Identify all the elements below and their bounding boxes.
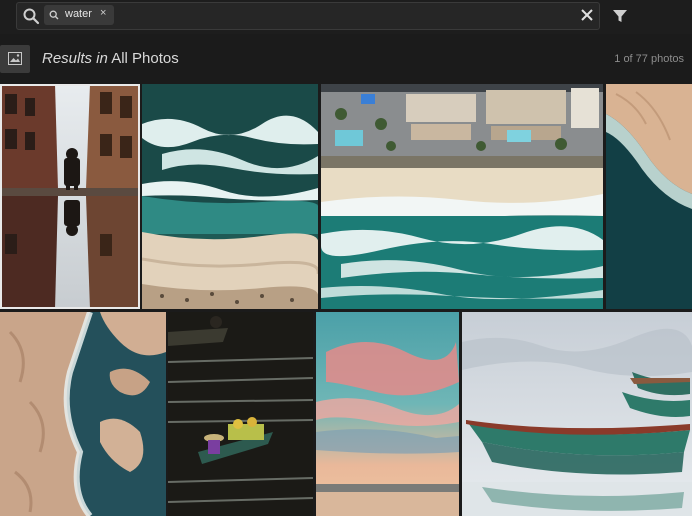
photo-grid (0, 84, 692, 516)
results-header: Results in All Photos 1 of 77 photos (0, 34, 692, 84)
photo-thumbnail-beach-resort[interactable] (321, 84, 603, 309)
view-toggle-button[interactable] (0, 45, 30, 73)
photo-icon (8, 52, 22, 65)
photo-thumbnail-floating-market[interactable] (168, 312, 313, 516)
search-icon[interactable] (22, 7, 40, 25)
chip-search-icon (49, 10, 59, 20)
search-bar: water × (0, 0, 692, 35)
chip-label: water (65, 8, 92, 20)
close-icon[interactable] (580, 8, 594, 22)
photo-thumbnail-sand-coast[interactable] (606, 84, 692, 309)
photo-thumbnail-aerial-waves[interactable] (142, 84, 318, 309)
filter-icon[interactable] (612, 8, 628, 24)
results-prefix: Results in (42, 50, 108, 67)
photo-thumbnail-alley-reflection[interactable] (0, 84, 140, 309)
photo-thumbnail-canoes[interactable] (462, 312, 692, 516)
search-chip-water[interactable]: water × (44, 5, 114, 25)
photo-thumbnail-sunset-sky[interactable] (316, 312, 459, 516)
results-scope: All Photos (111, 50, 179, 67)
chip-remove-icon[interactable]: × (100, 7, 106, 19)
photo-thumbnail-desert-shoreline[interactable] (0, 312, 166, 516)
results-title: Results in All Photos (42, 50, 179, 67)
results-count: 1 of 77 photos (614, 53, 684, 65)
